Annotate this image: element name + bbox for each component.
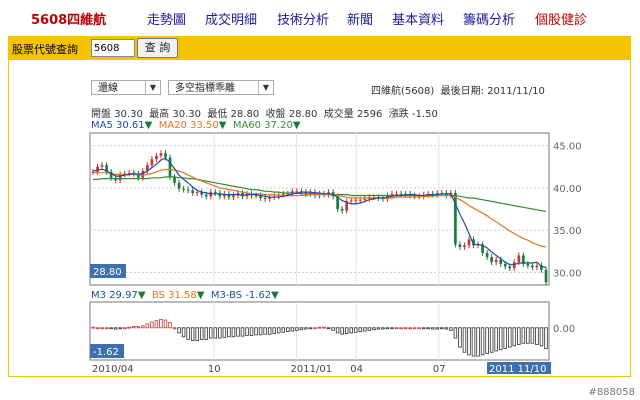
m3-legend: M3 29.97▼: [91, 290, 146, 301]
last-date-value: 2011/11/10: [487, 86, 545, 97]
change-value: -1.50: [411, 109, 438, 120]
line-type-select[interactable]: 還線 ▼: [91, 80, 161, 95]
nav-item-news[interactable]: 新聞: [347, 9, 373, 28]
last-date-label: 最後日期:: [440, 86, 484, 97]
nav-item-health-check[interactable]: 個股健診: [535, 9, 587, 28]
indicator-select[interactable]: 多空指標乖離 ▼: [168, 80, 274, 95]
ma5-legend: MA5 30.61▼: [91, 120, 153, 131]
nav-item-technical[interactable]: 技術分析: [277, 9, 329, 28]
stock-title-date: 四維航(5608) 最後日期: 2011/11/10: [371, 82, 545, 97]
nav-item-basic-info[interactable]: 基本資料: [392, 9, 444, 28]
stock-name-code: 四維航(5608): [371, 86, 435, 97]
low-label: 最低: [207, 109, 228, 120]
nav-item-chart[interactable]: 走勢圖: [147, 9, 186, 28]
m3-bs-legend: M3-BS -1.62▼: [210, 290, 279, 301]
stock-query-bar: 股票代號查詢 查 詢: [8, 36, 631, 60]
low-value: 28.80: [230, 109, 260, 120]
high-value: 30.30: [172, 109, 202, 120]
open-value: 30.30: [114, 109, 143, 120]
indicator-legend: M3 29.97▼ BS 31.58▼ M3-BS -1.62▼: [91, 290, 279, 301]
line-type-value: 還線: [98, 83, 118, 94]
volume-label: 成交量: [323, 109, 354, 120]
change-label: 漲跌: [388, 109, 409, 120]
ohlc-summary: 開盤 30.30 最高 30.30 最低 28.80 收盤 28.80 成交量 …: [91, 105, 438, 120]
nav-item-chips[interactable]: 籌碼分析: [463, 9, 515, 28]
stock-code-input[interactable]: [91, 39, 135, 57]
chevron-down-icon: ▼: [145, 81, 160, 94]
ma60-legend: MA60 37.20▼: [232, 120, 301, 131]
close-label: 收盤: [265, 109, 286, 120]
high-label: 最高: [149, 109, 170, 120]
ma-legend: MA5 30.61▼ MA20 33.50▼ MA60 37.20▼: [91, 120, 301, 131]
volume-value: 2596: [356, 109, 383, 120]
close-value: 28.80: [288, 109, 318, 120]
stock-query-label: 股票代號查詢: [12, 43, 78, 56]
watermark: #888058: [588, 387, 635, 398]
top-nav: 5608四維航 走勢圖 成交明細 技術分析 新聞 基本資料 籌碼分析 個股健診: [0, 0, 640, 34]
open-label: 開盤: [91, 109, 111, 120]
indicator-value: 多空指標乖離: [175, 83, 235, 94]
chevron-down-icon: ▼: [258, 81, 273, 94]
query-button[interactable]: 查 詢: [137, 38, 178, 58]
bs-legend: BS 31.58▼: [151, 290, 205, 301]
nav-stock-title[interactable]: 5608四維航: [31, 9, 106, 28]
ma20-legend: MA20 33.50▼: [158, 120, 227, 131]
nav-item-trades[interactable]: 成交明細: [205, 9, 257, 28]
